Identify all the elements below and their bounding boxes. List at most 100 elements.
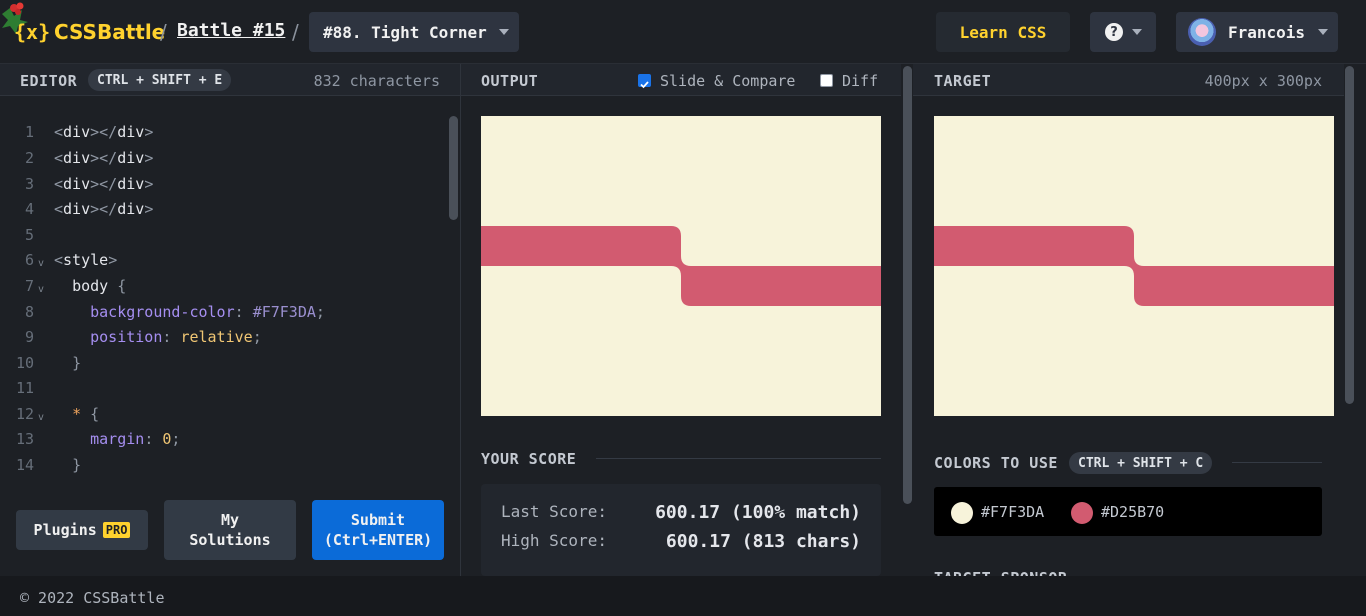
line-number: 7 [24,277,34,295]
diff-checkbox[interactable] [820,74,833,87]
color-swatch[interactable] [1071,502,1093,524]
line-number: 9 [24,328,34,346]
code-line: 14 } [0,452,440,477]
code-text: } [72,354,82,372]
line-number: 10 [15,354,34,372]
colors-title: COLORS TO USE [934,454,1058,472]
target-scrollbar[interactable] [1344,64,1356,576]
line-number: 2 [24,149,34,167]
editor-actions: Plugins PRO My Solutions Submit (Ctrl+EN… [0,477,460,577]
help-dropdown-button[interactable]: ? [1090,12,1156,52]
code-line: 2 <div></div> [0,145,440,171]
submit-button[interactable]: Submit (Ctrl+ENTER) [312,500,444,560]
my-solutions-label-line1: My [220,511,240,529]
code-line: 11 [0,375,440,401]
color-hex-label[interactable]: #F7F3DA [981,503,1044,521]
panel-divider[interactable] [460,64,461,576]
line-number: 13 [15,430,34,448]
chevron-down-icon [499,29,509,35]
line-number: 3 [24,175,34,193]
target-title: TARGET [934,72,992,90]
logo-mark-icon: {x} [14,20,51,44]
line-number: 5 [24,226,34,244]
code-text: <div></div> [54,149,154,167]
target-shape [934,226,1334,306]
my-solutions-label-line2: Solutions [189,531,271,549]
output-shape [481,226,881,306]
checkmark-icon [640,81,649,89]
editor-scrollbar[interactable] [449,116,458,220]
color-hex-label[interactable]: #D25B70 [1101,503,1164,521]
colors-palette: #F7F3DA #D25B70 [934,487,1322,536]
line-number: 4 [24,200,34,218]
code-text: body { [72,277,127,295]
code-line: 7 v body { [0,273,440,299]
output-title: OUTPUT [481,72,539,90]
code-text: <div></div> [54,175,154,193]
code-line: 1 <div></div> [0,119,440,145]
help-icon: ? [1105,23,1123,41]
scrollbar-thumb[interactable] [1345,66,1354,404]
plugins-label: Plugins [33,521,97,539]
code-text: <div></div> [54,123,154,141]
target-size: 400px x 300px [1204,72,1322,90]
last-score-value: 600.17 (100% match) [655,502,861,523]
target-select-label: #88. Tight Corner [323,22,487,42]
editor-shortcut-badge: CTRL + SHIFT + E [88,69,232,91]
target-canvas [934,116,1334,416]
pro-badge: PRO [102,522,131,538]
last-score-label: Last Score: [501,502,607,521]
avatar [1188,18,1216,46]
submit-label-line2: (Ctrl+ENTER) [323,531,433,549]
battle-link[interactable]: Battle #15 [177,20,285,41]
line-number: 12 [15,405,34,423]
code-line: 10 } [0,350,440,376]
cssbattle-logo[interactable]: {x} CSSBattle [14,17,165,47]
code-editor[interactable]: 1 <div></div> 2 <div></div> 3 <div></div… [0,97,460,477]
editor-header: EDITOR CTRL + SHIFT + E 832 characters [0,64,460,96]
line-number: 14 [15,456,34,474]
code-line: 4 <div></div> [0,196,440,222]
output-canvas[interactable] [481,116,881,416]
code-text: * { [72,405,100,423]
copyright-text: © 2022 CSSBattle [20,589,165,607]
learn-css-button[interactable]: Learn CSS [936,12,1070,52]
slide-compare-label[interactable]: Slide & Compare [660,72,795,90]
chevron-down-icon [1132,29,1142,35]
line-number: 1 [24,123,34,141]
output-header: OUTPUT Slide & Compare Diff [461,64,901,96]
user-menu-button[interactable]: Francois [1176,12,1338,52]
code-text: background-color: #F7F3DA; [90,303,325,321]
code-text: margin: 0; [90,430,181,448]
line-number: 8 [24,303,34,321]
code-line: 6 v <style> [0,247,440,273]
plugins-button[interactable]: Plugins PRO [16,510,148,550]
logo-text: CSSBattle [54,20,166,44]
score-divider [596,458,881,459]
breadcrumb-separator: / [160,20,167,44]
code-line: 12 v * { [0,401,440,427]
scrollbar-thumb[interactable] [903,66,912,504]
code-line: 8 background-color: #F7F3DA; [0,299,440,325]
line-number: 11 [15,379,34,397]
breadcrumb-separator: / [292,20,299,44]
color-swatch[interactable] [951,502,973,524]
slide-compare-checkbox[interactable] [638,74,651,89]
code-text: <style> [54,251,118,269]
high-score-value: 600.17 (813 chars) [665,531,861,552]
target-select-dropdown[interactable]: #88. Tight Corner [309,12,519,52]
page-footer: © 2022 CSSBattle [0,576,1366,616]
target-header: TARGET 400px x 300px [913,64,1344,96]
top-header: {x} CSSBattle / Battle #15 / #88. Tight … [0,0,1366,64]
code-text: <div></div> [54,200,154,218]
code-text: } [72,456,82,474]
code-line: 3 <div></div> [0,171,440,197]
output-scrollbar[interactable] [901,64,913,576]
editor-title: EDITOR [20,72,78,90]
my-solutions-button[interactable]: My Solutions [164,500,296,560]
code-line: 13 margin: 0; [0,426,440,452]
character-count: 832 characters [313,72,440,90]
high-score-label: High Score: [501,531,607,550]
diff-label[interactable]: Diff [842,72,878,90]
colors-shortcut-badge: CTRL + SHIFT + C [1069,452,1213,474]
